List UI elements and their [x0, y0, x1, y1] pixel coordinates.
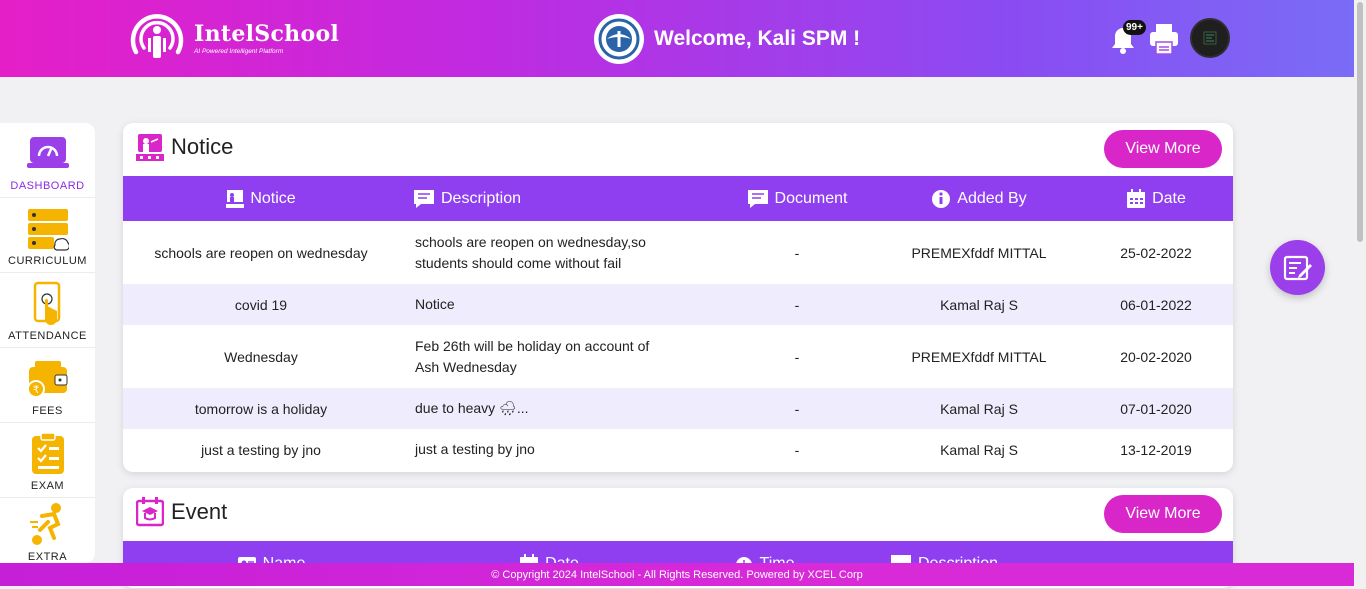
notification-count-badge: 99+	[1123, 20, 1146, 35]
notice-board-icon	[136, 132, 164, 162]
school-emblem-icon	[594, 14, 644, 64]
cell-description: just a testing by jno	[415, 441, 535, 457]
dashboard-icon	[25, 131, 71, 177]
intelschool-logo[interactable]: IntelSchool AI Powered Intelligent Platf…	[128, 12, 339, 64]
footer: © Copyright 2024 IntelSchool - All Right…	[0, 563, 1354, 586]
table-row[interactable]: tomorrow is a holiday due to heavy 🌧... …	[123, 388, 1233, 429]
welcome-message: Welcome, Kali SPM !	[654, 27, 861, 50]
event-view-more-button[interactable]: View More	[1104, 495, 1222, 533]
col-date: Date	[1079, 176, 1233, 221]
cell-description: Feb 26th will be holiday on account of A…	[415, 337, 650, 375]
cell-document: -	[794, 296, 800, 313]
cell-document: -	[794, 441, 800, 458]
sidebar-item-curriculum[interactable]: CURRICULUM	[0, 198, 95, 273]
notice-card: Notice View More Notice Description Docu…	[123, 123, 1233, 472]
sidebar-item-exam[interactable]: EXAM	[0, 423, 95, 498]
extra-curricular-icon	[25, 502, 71, 548]
cell-date: 06-01-2022	[1120, 296, 1192, 313]
cell-added-by: PREMEXfddf MITTAL	[911, 348, 1047, 365]
cell-date: 07-01-2020	[1120, 400, 1192, 417]
copyright-text: © Copyright 2024 IntelSchool - All Right…	[491, 568, 863, 581]
sidebar-item-extra-curricular[interactable]: EXTRA CURRICULAR	[0, 498, 95, 563]
col-description: Description	[399, 176, 715, 221]
document-col-icon	[747, 189, 768, 208]
page-scrollbar[interactable]	[1354, 0, 1366, 589]
description-col-icon	[414, 189, 434, 208]
floating-notes-button[interactable]	[1270, 240, 1325, 295]
notice-col-icon	[226, 189, 245, 208]
notification-bell-icon[interactable]: 99+	[1108, 18, 1146, 58]
svg-text:₹: ₹	[32, 385, 38, 396]
cell-document: -	[794, 244, 800, 261]
sidebar-nav: DASHBOARD CURRICULUM ATTENDANCE ₹ FEES E…	[0, 123, 95, 563]
scrollbar-thumb[interactable]	[1357, 2, 1363, 242]
notice-view-more-button[interactable]: View More	[1104, 130, 1222, 168]
col-added-by: Added By	[879, 176, 1079, 221]
cell-added-by: Kamal Raj S	[940, 400, 1018, 417]
cell-added-by: Kamal Raj S	[940, 296, 1018, 313]
sidebar-label-extra-curricular: EXTRA CURRICULAR	[27, 551, 68, 563]
cell-document: -	[794, 400, 800, 417]
col-notice: Notice	[123, 176, 399, 221]
cell-description: due to heavy 🌧...	[415, 400, 529, 416]
cell-notice: just a testing by jno	[201, 441, 321, 458]
user-avatar[interactable]	[1190, 18, 1230, 58]
cell-notice: tomorrow is a holiday	[194, 400, 328, 417]
table-row[interactable]: just a testing by jno just a testing by …	[123, 429, 1233, 470]
table-row[interactable]: schools are reopen on wednesday schools …	[123, 221, 1233, 284]
logo-title: IntelSchool	[194, 21, 340, 47]
notice-title: Notice	[171, 134, 234, 159]
logo-mark-icon	[128, 12, 186, 64]
notice-table-header: Notice Description Document Added By Dat…	[123, 176, 1233, 221]
sidebar-label-exam: EXAM	[30, 480, 65, 492]
col-document: Document	[715, 176, 879, 221]
sidebar-item-attendance[interactable]: ATTENDANCE	[0, 273, 95, 348]
edit-note-icon	[1283, 255, 1312, 280]
sidebar-label-dashboard: DASHBOARD	[10, 180, 85, 192]
cell-document: -	[794, 348, 800, 365]
cell-notice: schools are reopen on wednesday	[154, 244, 368, 261]
fees-icon: ₹	[25, 356, 71, 402]
sidebar-item-fees[interactable]: ₹ FEES	[0, 348, 95, 423]
calendar-col-icon	[1127, 188, 1146, 208]
cell-description: Notice	[415, 296, 455, 312]
cell-date: 13-12-2019	[1120, 441, 1192, 458]
cell-added-by: PREMEXfddf MITTAL	[911, 244, 1047, 261]
curriculum-icon	[25, 206, 71, 252]
cell-date: 20-02-2020	[1120, 348, 1192, 365]
table-row[interactable]: Wednesday Feb 26th will be holiday on ac…	[123, 325, 1233, 388]
sidebar-label-curriculum: CURRICULUM	[8, 255, 87, 267]
event-title: Event	[171, 499, 228, 524]
sidebar-label-fees: FEES	[32, 405, 63, 417]
cell-date: 25-02-2022	[1120, 244, 1192, 261]
cell-notice: covid 19	[234, 296, 288, 313]
top-header: IntelSchool AI Powered Intelligent Platf…	[0, 0, 1354, 77]
sidebar-label-attendance: ATTENDANCE	[8, 330, 87, 342]
exam-icon	[25, 431, 71, 477]
cell-notice: Wednesday	[224, 348, 298, 365]
attendance-icon	[25, 281, 71, 327]
sidebar-item-dashboard[interactable]: DASHBOARD	[0, 123, 95, 198]
table-row[interactable]: covid 19 Notice - Kamal Raj S 06-01-2022	[123, 284, 1233, 325]
printer-icon[interactable]	[1148, 18, 1180, 58]
cell-added-by: Kamal Raj S	[940, 441, 1018, 458]
info-col-icon	[932, 189, 951, 208]
cell-description: schools are reopen on wednesday,so stude…	[415, 233, 646, 271]
event-icon	[135, 497, 165, 527]
logo-subtitle: AI Powered Intelligent Platform	[194, 48, 284, 55]
welcome-area: Welcome, Kali SPM !	[594, 14, 860, 64]
